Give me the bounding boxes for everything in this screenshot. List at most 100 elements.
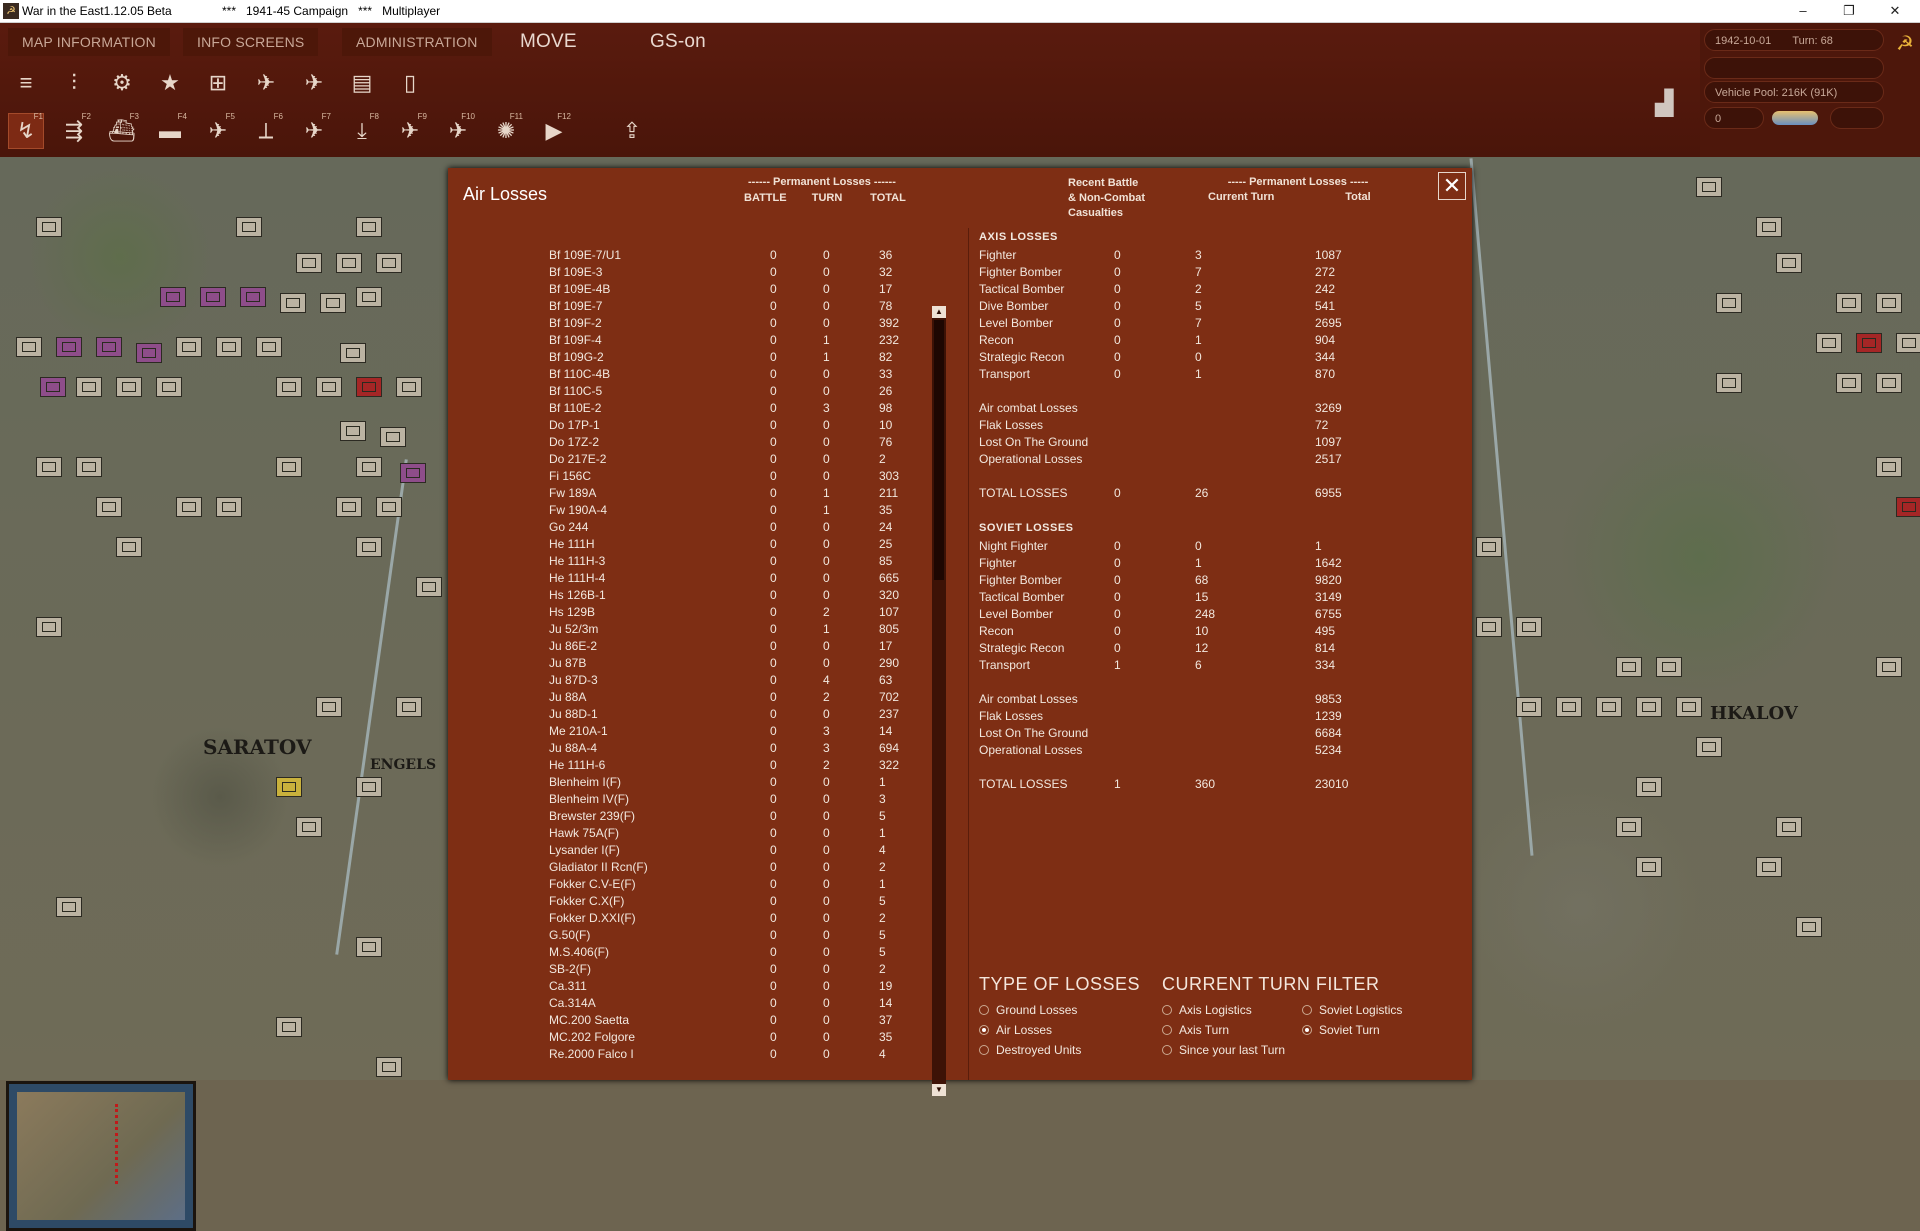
aircraft-row[interactable]: Lysander I(F) 0 0 4	[448, 843, 968, 860]
turn_filter-option[interactable]: Soviet Turn	[1302, 1023, 1380, 1037]
map-unit[interactable]	[1896, 333, 1920, 353]
aircraft-row[interactable]: Do 217E-2 0 0 2	[448, 452, 968, 469]
map-unit[interactable]	[1856, 333, 1882, 353]
aircraft-row[interactable]: Hawk 75A(F) 0 0 1	[448, 826, 968, 843]
map-unit[interactable]	[1836, 293, 1862, 313]
aircraft-row[interactable]: Bf 109E-4B 0 0 17	[448, 282, 968, 299]
aircraft-row[interactable]: Re.2000 Falco I 0 0 4	[448, 1047, 968, 1064]
aircraft-row[interactable]: Bf 109F-2 0 0 392	[448, 316, 968, 333]
map-unit[interactable]	[136, 343, 162, 363]
map-unit[interactable]	[1616, 817, 1642, 837]
map-unit[interactable]	[16, 337, 42, 357]
map-unit[interactable]	[316, 697, 342, 717]
map-unit[interactable]	[1756, 217, 1782, 237]
aircraft-row[interactable]: Bf 109G-2 0 1 82	[448, 350, 968, 367]
rail-icon[interactable]: ⇶ F2	[56, 112, 92, 149]
map-unit[interactable]	[116, 377, 142, 397]
map-unit[interactable]	[356, 457, 382, 477]
map-unit[interactable]	[276, 457, 302, 477]
radio-icon[interactable]	[979, 1005, 989, 1015]
aircraft-row[interactable]: G.50(F) 0 0 5	[448, 928, 968, 945]
map-unit[interactable]	[336, 497, 362, 517]
aircraft-row[interactable]: Ju 87D-3 0 4 63	[448, 673, 968, 690]
scrollbar[interactable]: ▲ ▼	[932, 306, 946, 1096]
aircraft-row[interactable]: Bf 110C-4B 0 0 33	[448, 367, 968, 384]
aircraft-row[interactable]: Fokker D.XXI(F) 0 0 2	[448, 911, 968, 928]
air-mission-icon[interactable]: ✈	[296, 65, 332, 101]
aircraft-row[interactable]: Ju 88A 0 2 702	[448, 690, 968, 707]
tab-info-screens[interactable]: INFO SCREENS	[183, 28, 319, 56]
bar-chart-icon[interactable]: ▟	[1655, 89, 1685, 117]
scroll-down-icon[interactable]: ▼	[932, 1084, 946, 1096]
bomb-icon[interactable]: ⤓ F8	[344, 112, 380, 149]
scroll-up-icon[interactable]: ▲	[932, 306, 946, 318]
map-unit[interactable]	[1476, 617, 1502, 637]
map-unit[interactable]	[1696, 737, 1722, 757]
map-unit[interactable]	[336, 253, 362, 273]
explosion-icon[interactable]: ✺ F11	[488, 112, 524, 149]
map-unit[interactable]	[76, 377, 102, 397]
map-unit[interactable]	[356, 537, 382, 557]
map-unit[interactable]	[340, 343, 366, 363]
aircraft-row[interactable]: Bf 109E-3 0 0 32	[448, 265, 968, 282]
map-unit[interactable]	[376, 1057, 402, 1077]
aircraft-row[interactable]: Ju 86E-2 0 0 17	[448, 639, 968, 656]
aircraft-row[interactable]: Hs 129B 0 2 107	[448, 605, 968, 622]
play-icon[interactable]: ▶ F12	[536, 112, 572, 149]
map-unit[interactable]	[356, 287, 382, 307]
tab-administration[interactable]: ADMINISTRATION	[342, 28, 492, 56]
map-unit[interactable]	[356, 377, 382, 397]
type_of_losses-option[interactable]: Destroyed Units	[979, 1043, 1081, 1057]
airborne-icon[interactable]: ⟂ F6	[248, 112, 284, 149]
star-icon[interactable]: ★	[152, 65, 188, 101]
recon-icon[interactable]: ✈ F9	[392, 112, 428, 149]
map-unit[interactable]	[96, 337, 122, 357]
map-unit[interactable]	[1676, 697, 1702, 717]
aircraft-row[interactable]: Ca.314A 0 0 14	[448, 996, 968, 1013]
map-unit[interactable]	[1836, 373, 1862, 393]
aircraft-row[interactable]: He 111H-4 0 0 665	[448, 571, 968, 588]
map-unit[interactable]	[1876, 373, 1902, 393]
map-unit[interactable]	[280, 293, 306, 313]
map-unit[interactable]	[1816, 333, 1842, 353]
map-unit[interactable]	[1656, 657, 1682, 677]
map-unit[interactable]	[1876, 293, 1902, 313]
aircraft-losses-list[interactable]: Bf 109E-7/U1 0 0 36 Bf 109E-3 0 0 32 Bf 109E-4B 0…	[448, 228, 969, 1096]
map-unit[interactable]	[1716, 293, 1742, 313]
naval-transport-icon[interactable]: ▬ F4	[152, 112, 188, 149]
type_of_losses-option[interactable]: Air Losses	[979, 1023, 1052, 1037]
aircraft-row[interactable]: MC.200 Saetta 0 0 37	[448, 1013, 968, 1030]
map-unit[interactable]	[176, 497, 202, 517]
map-unit[interactable]	[296, 817, 322, 837]
naval-icon[interactable]: ⛴ F3	[104, 112, 140, 149]
window-close-button[interactable]: ✕	[1872, 0, 1918, 22]
aircraft-row[interactable]: Bf 110C-5 0 0 26	[448, 384, 968, 401]
aircraft-row[interactable]: Fw 190A-4 0 1 35	[448, 503, 968, 520]
map-unit[interactable]	[356, 217, 382, 237]
turn_filter-option[interactable]: Axis Turn	[1162, 1023, 1229, 1037]
map-unit[interactable]	[380, 427, 406, 447]
aircraft-row[interactable]: Ju 87B 0 0 290	[448, 656, 968, 673]
map-unit[interactable]	[36, 217, 62, 237]
map-unit[interactable]	[416, 577, 442, 597]
layers-icon[interactable]: ≡	[8, 65, 44, 101]
aircraft-row[interactable]: Ju 52/3m 0 1 805	[448, 622, 968, 639]
aircraft-row[interactable]: Do 17Z-2 0 0 76	[448, 435, 968, 452]
map-unit[interactable]	[396, 697, 422, 717]
map-unit[interactable]	[156, 377, 182, 397]
map-unit[interactable]	[236, 217, 262, 237]
aircraft-row[interactable]: Gladiator II Rcn(F) 0 0 2	[448, 860, 968, 877]
map-unit[interactable]	[176, 337, 202, 357]
map-unit[interactable]	[1716, 373, 1742, 393]
map-unit[interactable]	[160, 287, 186, 307]
tab-map-information[interactable]: MAP INFORMATION	[8, 28, 170, 56]
aircraft-row[interactable]: Blenheim I(F) 0 0 1	[448, 775, 968, 792]
map-unit[interactable]	[1636, 777, 1662, 797]
air-transfer-icon[interactable]: ✈ F5	[200, 112, 236, 149]
map-unit[interactable]	[396, 377, 422, 397]
map-unit[interactable]	[1876, 457, 1902, 477]
map-unit[interactable]	[1476, 537, 1502, 557]
aircraft-row[interactable]: Ju 88A-4 0 3 694	[448, 741, 968, 758]
map-unit[interactable]	[1696, 177, 1722, 197]
map-unit[interactable]	[36, 617, 62, 637]
